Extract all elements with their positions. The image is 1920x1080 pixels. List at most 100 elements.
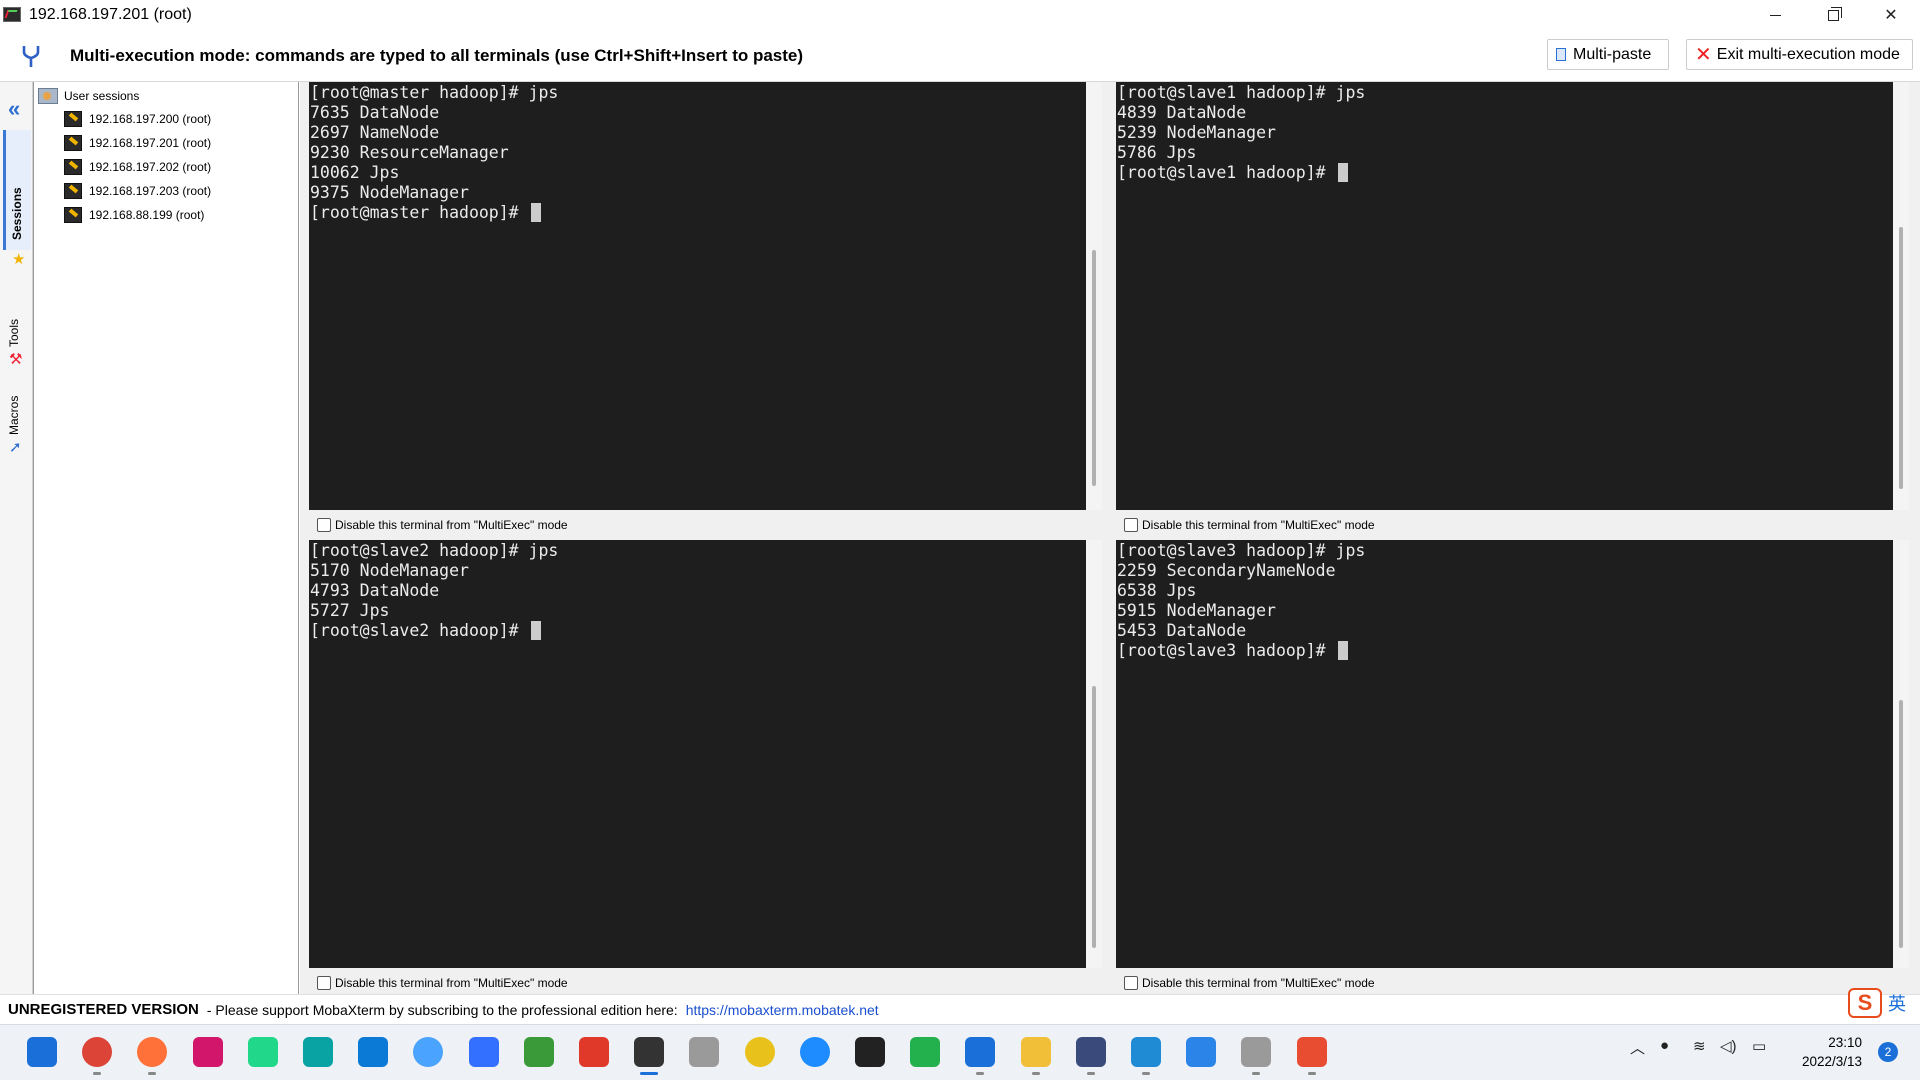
session-label: 192.168.88.199 (root) (89, 208, 205, 222)
running-indicator (1032, 1072, 1040, 1075)
session-item[interactable]: 192.168.197.201 (root) (64, 132, 211, 154)
avatar-app-icon[interactable] (1076, 1037, 1106, 1067)
terminal-line: [root@slave2 hadoop]# jps (310, 541, 559, 560)
sessions-panel: User sessions 192.168.197.200 (root) 192… (33, 82, 299, 994)
terminal-line: [root@slave3 hadoop]# jps (1117, 541, 1366, 560)
disable-multiexec-checkbox[interactable] (317, 976, 331, 990)
sticker-app-icon[interactable] (745, 1037, 775, 1067)
terminal-line: 5727 Jps (310, 601, 390, 620)
windows-start-icon[interactable] (27, 1037, 57, 1067)
session-item[interactable]: 192.168.197.203 (root) (64, 180, 211, 202)
vm-app-icon[interactable] (1131, 1037, 1161, 1067)
vscode-icon[interactable] (358, 1037, 388, 1067)
running-indicator (1142, 1072, 1150, 1075)
ssh-key-icon (64, 183, 82, 199)
tab-sessions[interactable]: Sessions ★ (3, 130, 31, 268)
ime-indicator[interactable]: S 英 (1848, 988, 1906, 1018)
typora2-icon[interactable] (1241, 1037, 1271, 1067)
scrollbar-thumb[interactable] (1092, 686, 1096, 948)
close-button[interactable]: ✕ (1862, 0, 1920, 30)
terminal-scrollbar[interactable] (1893, 82, 1909, 510)
user-folder-icon (38, 88, 58, 104)
user-sessions-label: User sessions (64, 89, 140, 103)
restore-button[interactable] (1804, 0, 1862, 30)
collapse-sidebar-icon[interactable]: « (8, 96, 20, 122)
feishu2-icon[interactable] (1186, 1037, 1216, 1067)
file-explorer-icon[interactable] (1021, 1037, 1051, 1067)
disable-multiexec-row[interactable]: Disable this terminal from "MultiExec" m… (1124, 514, 1375, 536)
session-item[interactable]: 192.168.88.199 (root) (64, 204, 204, 226)
disable-multiexec-label: Disable this terminal from "MultiExec" m… (1142, 976, 1375, 990)
minimize-button[interactable] (1746, 0, 1804, 30)
disable-multiexec-row[interactable]: Disable this terminal from "MultiExec" m… (1124, 972, 1375, 994)
git-icon[interactable] (1297, 1037, 1327, 1067)
volume-icon[interactable]: ◁) (1720, 1037, 1737, 1055)
network-app-icon[interactable] (965, 1037, 995, 1067)
terminal-line: 9375 NodeManager (310, 183, 469, 202)
firefox-icon[interactable] (137, 1037, 167, 1067)
terminal-scrollbar[interactable] (1086, 540, 1102, 968)
multi-paste-button[interactable]: Multi-paste (1547, 39, 1669, 70)
mobatek-link[interactable]: https://mobaxterm.mobatek.net (686, 1002, 879, 1018)
vpn-icon[interactable] (303, 1037, 333, 1067)
session-item[interactable]: 192.168.197.202 (root) (64, 156, 211, 178)
user-sessions-folder[interactable]: User sessions (38, 86, 139, 106)
minimize-icon (1769, 14, 1781, 16)
tab-macros[interactable]: Macros ➚ (3, 370, 31, 456)
terminal-scrollbar[interactable] (1086, 82, 1102, 510)
terminal-line: 2697 NameNode (310, 123, 440, 142)
scrollbar-thumb[interactable] (1092, 250, 1096, 486)
terminal-scrollbar[interactable] (1893, 540, 1909, 968)
session-label: 192.168.197.202 (root) (89, 160, 212, 174)
terminal-line: 2259 SecondaryNameNode (1117, 561, 1336, 580)
scrollbar-thumb[interactable] (1899, 227, 1903, 489)
session-item[interactable]: 192.168.197.200 (root) (64, 108, 211, 130)
wechat-icon[interactable] (910, 1037, 940, 1067)
snail-app-icon[interactable] (579, 1037, 609, 1067)
clock-time: 23:10 (1828, 1035, 1862, 1050)
wifi-icon[interactable]: ≋ (1693, 1037, 1706, 1055)
terminal-prompt: [root@master hadoop]# (310, 203, 529, 222)
feishu-icon[interactable] (469, 1037, 499, 1067)
tools-icon: ⚒ (9, 351, 23, 368)
disable-multiexec-checkbox[interactable] (317, 518, 331, 532)
running-indicator (976, 1072, 984, 1075)
typora-icon[interactable] (689, 1037, 719, 1067)
terminal-slave1[interactable]: [root@slave1 hadoop]# jps 4839 DataNode … (1116, 82, 1893, 510)
ssh-key-icon (64, 207, 82, 223)
exit-multiexec-button[interactable]: ✕ Exit multi-execution mode (1686, 39, 1913, 70)
tim-icon[interactable] (800, 1037, 830, 1067)
tray-chevron-icon[interactable]: ︿ (1630, 1037, 1645, 1058)
money-app-icon[interactable] (524, 1037, 554, 1067)
disable-multiexec-row[interactable]: Disable this terminal from "MultiExec" m… (317, 514, 568, 536)
taskbar-clock[interactable]: 23:10 2022/3/13 (1802, 1033, 1862, 1071)
clock-date: 2022/3/13 (1801, 1054, 1862, 1069)
unregistered-label: UNREGISTERED VERSION (8, 1001, 199, 1018)
running-indicator (93, 1072, 101, 1075)
browser-icon[interactable] (413, 1037, 443, 1067)
ime-language: 英 (1888, 994, 1906, 1014)
pycharm-icon[interactable] (248, 1037, 278, 1067)
terminal-line: 5170 NodeManager (310, 561, 469, 580)
mobaxterm-icon[interactable] (634, 1037, 664, 1067)
terminal-line: 9230 ResourceManager (310, 143, 509, 162)
session-label: 192.168.197.200 (root) (89, 112, 212, 126)
terminal-master[interactable]: [root@master hadoop]# jps 7635 DataNode … (309, 82, 1086, 510)
qq-icon[interactable] (855, 1037, 885, 1067)
terminal-slave3[interactable]: [root@slave3 hadoop]# jps 2259 Secondary… (1116, 540, 1893, 968)
notification-badge[interactable]: 2 (1878, 1042, 1898, 1062)
chrome-icon[interactable] (82, 1037, 112, 1067)
ssh-key-icon (64, 135, 82, 151)
terminal-cursor (1337, 641, 1348, 660)
battery-icon[interactable]: ▭ (1752, 1037, 1766, 1055)
disable-multiexec-checkbox[interactable] (1124, 518, 1138, 532)
intellij-icon[interactable] (193, 1037, 223, 1067)
scrollbar-thumb[interactable] (1899, 700, 1903, 948)
terminal-slave2[interactable]: [root@slave2 hadoop]# jps 5170 NodeManag… (309, 540, 1086, 968)
disable-multiexec-checkbox[interactable] (1124, 976, 1138, 990)
tab-tools[interactable]: Tools ⚒ (3, 252, 31, 368)
terminal-line: 7635 DataNode (310, 103, 440, 122)
tray-qq-icon[interactable]: ● (1660, 1037, 1669, 1054)
disable-multiexec-row[interactable]: Disable this terminal from "MultiExec" m… (317, 972, 568, 994)
terminal-cursor (530, 621, 541, 640)
